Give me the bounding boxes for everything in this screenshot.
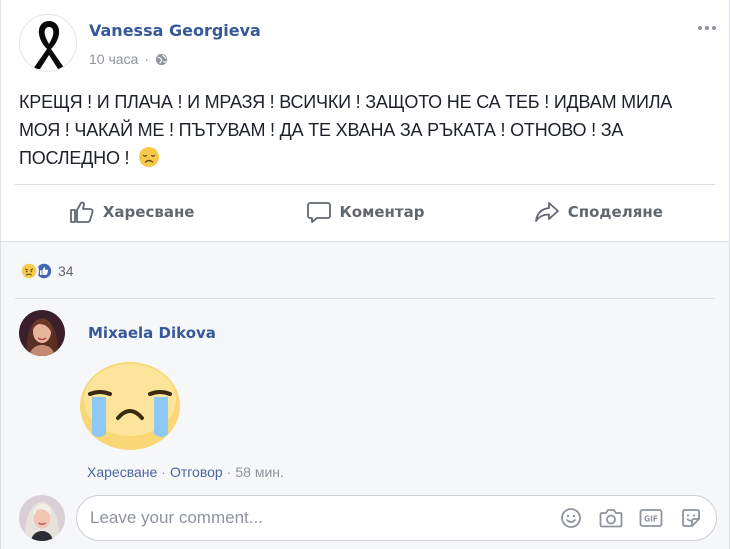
author-avatar[interactable] xyxy=(19,14,77,72)
post-text: КРЕЩЯ ! И ПЛАЧА ! И МРАЗЯ ! ВСИЧКИ ! ЗАЩ… xyxy=(19,88,709,172)
gif-icon[interactable]: GIF xyxy=(638,505,664,531)
comment-author[interactable]: Mixaela Dikova xyxy=(88,324,216,342)
reaction-count: 34 xyxy=(58,263,74,279)
dot-icon xyxy=(705,26,709,30)
separator-dot: · xyxy=(161,464,166,480)
divider xyxy=(15,298,715,299)
emoji-icon[interactable] xyxy=(558,505,584,531)
like-label: Харесване xyxy=(102,203,195,221)
svg-text:GIF: GIF xyxy=(644,515,658,524)
post-time[interactable]: 10 часа xyxy=(89,51,138,67)
disappointed-emoji-icon xyxy=(139,147,160,167)
comment-like-link[interactable]: Харесване xyxy=(87,464,157,480)
thumbs-up-icon xyxy=(69,201,94,223)
share-arrow-icon xyxy=(534,202,559,222)
like-button[interactable]: Харесване xyxy=(15,190,248,234)
share-button[interactable]: Споделяне xyxy=(482,190,715,234)
composer-tools: GIF xyxy=(558,505,704,531)
comment-input[interactable] xyxy=(90,508,558,528)
sad-reaction-icon xyxy=(19,261,39,281)
dot-icon xyxy=(712,26,716,30)
comment-label: Коментар xyxy=(339,203,425,221)
user-portrait-icon xyxy=(19,495,65,541)
crying-face-sticker xyxy=(80,362,180,450)
share-label: Споделяне xyxy=(567,203,663,221)
divider xyxy=(15,184,715,185)
post-actions-bar: Харесване Коментар Споделяне xyxy=(15,190,715,234)
woman-portrait-icon xyxy=(19,310,65,356)
current-user-avatar[interactable] xyxy=(19,495,65,541)
post-meta: 10 часа · xyxy=(89,51,168,67)
black-ribbon-icon xyxy=(33,21,65,69)
post-body: КРЕЩЯ ! И ПЛАЧА ! И МРАЗЯ ! ВСИЧКИ ! ЗАЩ… xyxy=(19,92,673,168)
post-card: Vanessa Georgieva 10 часа · КРЕЩЯ ! И ПЛ… xyxy=(0,0,730,549)
post-author[interactable]: Vanessa Georgieva xyxy=(89,21,261,40)
post-options-button[interactable] xyxy=(695,20,719,36)
reactions-summary[interactable]: 34 xyxy=(19,261,74,281)
meta-separator: · xyxy=(144,51,149,67)
dot-icon xyxy=(698,26,702,30)
globe-icon[interactable] xyxy=(155,53,168,66)
comment-actions: Харесване · Отговор · 58 мин. xyxy=(87,464,284,480)
comments-section: 34 Mixaela Dikova Харесване · Отговор · … xyxy=(1,241,729,549)
comment-reply-link[interactable]: Отговор xyxy=(170,464,223,480)
speech-bubble-icon xyxy=(306,202,331,223)
sticker-icon[interactable] xyxy=(678,505,704,531)
comment-time[interactable]: 58 мин. xyxy=(235,464,284,480)
separator-dot: · xyxy=(226,464,232,480)
comment-composer: GIF xyxy=(76,495,717,541)
commenter-avatar[interactable] xyxy=(19,310,65,356)
camera-icon[interactable] xyxy=(598,505,624,531)
comment-button[interactable]: Коментар xyxy=(248,190,481,234)
